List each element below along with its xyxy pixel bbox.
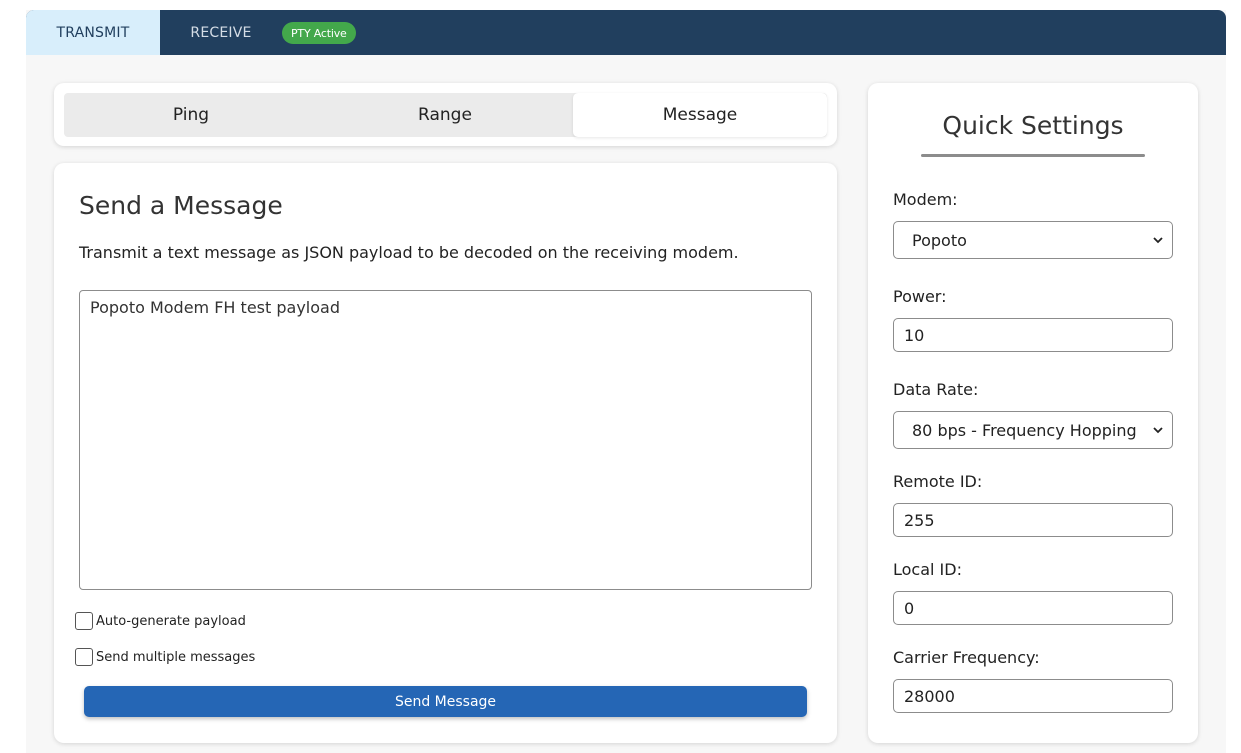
quick-settings-card: Quick Settings Modem: Popoto Power: 10 D… (868, 83, 1198, 743)
auto-generate-label: Auto-generate payload (96, 613, 246, 629)
send-message-button[interactable]: Send Message (84, 686, 807, 717)
send-message-card: Send a Message Transmit a text message a… (54, 163, 837, 743)
carrier-frequency-label: Carrier Frequency: (893, 648, 1040, 667)
send-multiple-option[interactable]: Send multiple messages (75, 648, 255, 666)
carrier-frequency-input-value: 28000 (904, 686, 955, 706)
mode-selector-card: Ping Range Message (54, 83, 837, 146)
power-input-value: 10 (904, 325, 925, 345)
local-id-input[interactable]: 0 (893, 591, 1173, 625)
chevron-down-icon (1153, 427, 1163, 434)
power-input[interactable]: 10 (893, 318, 1173, 352)
send-multiple-label: Send multiple messages (96, 649, 256, 665)
tab-transmit[interactable]: TRANSMIT (26, 10, 160, 55)
data-rate-label: Data Rate: (893, 380, 979, 399)
app-frame: TRANSMIT RECEIVE PTY Active Ping Range M… (26, 10, 1226, 753)
pty-status-badge: PTY Active (282, 22, 356, 44)
power-label: Power: (893, 287, 947, 306)
message-description: Transmit a text message as JSON payload … (79, 243, 739, 262)
local-id-label: Local ID: (893, 560, 962, 579)
modem-select[interactable]: Popoto (893, 221, 1173, 259)
data-rate-select-value: 80 bps - Frequency Hopping (912, 420, 1137, 440)
auto-generate-checkbox[interactable] (75, 612, 93, 630)
auto-generate-option[interactable]: Auto-generate payload (75, 612, 246, 630)
tab-receive[interactable]: RECEIVE (160, 10, 282, 55)
local-id-input-value: 0 (904, 598, 915, 618)
mode-segmented-control: Ping Range Message (64, 93, 827, 137)
data-rate-select[interactable]: 80 bps - Frequency Hopping (893, 411, 1173, 449)
tab-range[interactable]: Range (318, 93, 572, 137)
modem-label: Modem: (893, 190, 958, 209)
remote-id-label: Remote ID: (893, 472, 983, 491)
tab-message[interactable]: Message (573, 93, 827, 137)
quick-settings-title: Quick Settings (942, 111, 1124, 140)
modem-select-value: Popoto (912, 230, 967, 250)
chevron-down-icon (1153, 237, 1163, 244)
remote-id-input[interactable]: 255 (893, 503, 1173, 537)
top-nav-bar: TRANSMIT RECEIVE PTY Active (26, 10, 1226, 55)
message-payload-textarea[interactable]: Popoto Modem FH test payload (79, 290, 812, 590)
remote-id-input-value: 255 (904, 510, 935, 530)
tab-ping[interactable]: Ping (64, 93, 318, 137)
send-multiple-checkbox[interactable] (75, 648, 93, 666)
title-divider (921, 154, 1145, 157)
page-title: Send a Message (79, 191, 283, 220)
carrier-frequency-input[interactable]: 28000 (893, 679, 1173, 713)
